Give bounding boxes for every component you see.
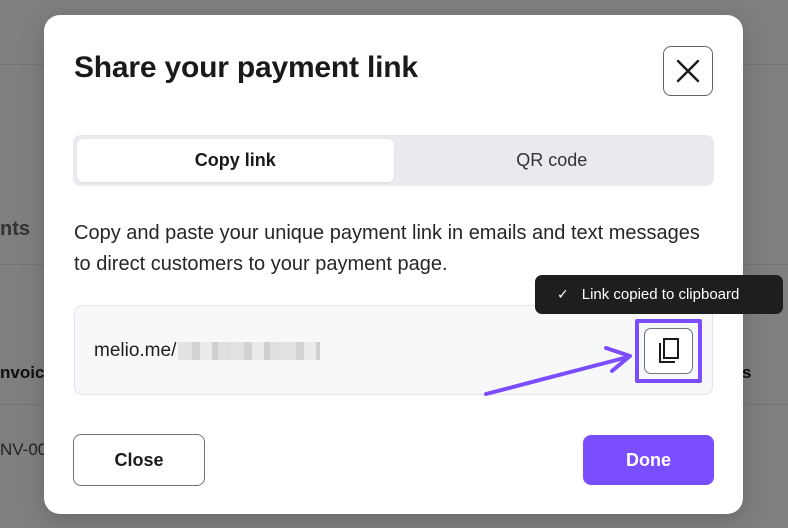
dialog-description: Copy and paste your unique payment link … xyxy=(74,222,700,275)
close-icon xyxy=(676,59,700,83)
done-button[interactable]: Done xyxy=(583,435,714,485)
copy-button-highlight xyxy=(635,319,702,383)
tab-copy-link[interactable]: Copy link xyxy=(77,139,394,182)
copied-toast: ✓ Link copied to clipboard xyxy=(535,275,783,314)
close-dialog-button[interactable] xyxy=(663,46,713,96)
check-icon: ✓ xyxy=(557,286,569,302)
copy-link-button[interactable] xyxy=(644,328,693,374)
close-button[interactable]: Close xyxy=(73,434,205,486)
payment-link-value: melio.me/ xyxy=(94,340,321,362)
dialog-title: Share your payment link xyxy=(74,51,418,84)
payment-link-prefix: melio.me/ xyxy=(94,340,177,361)
copy-icon xyxy=(658,338,679,363)
copied-toast-text: Link copied to clipboard xyxy=(581,286,740,303)
share-method-tabs: Copy link QR code xyxy=(73,135,714,186)
share-payment-link-dialog: Share your payment link Copy link QR cod… xyxy=(44,15,743,514)
redacted-link-slug xyxy=(178,342,321,360)
tab-qr-code[interactable]: QR code xyxy=(394,139,711,182)
payment-link-field: melio.me/ xyxy=(74,305,713,395)
